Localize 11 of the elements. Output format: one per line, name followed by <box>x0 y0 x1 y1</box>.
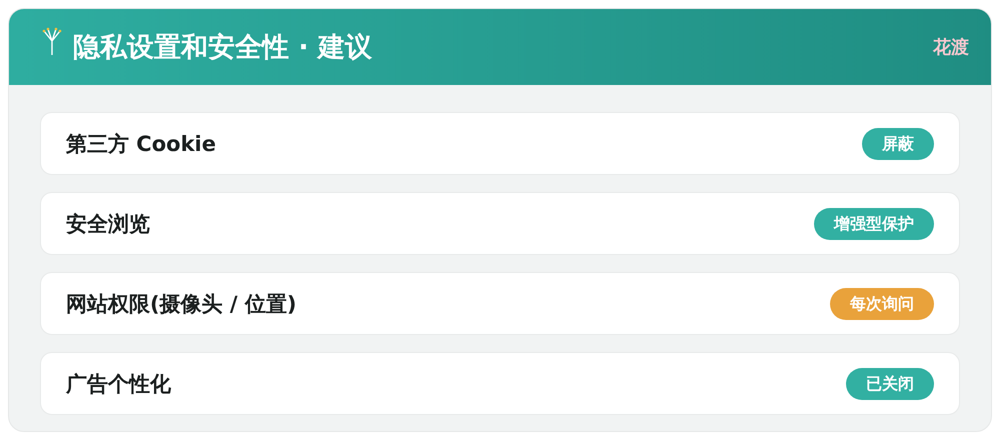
status-badge: 已关闭 <box>846 368 934 400</box>
brand-name: 花渡 <box>933 36 969 59</box>
status-badge: 每次询问 <box>830 288 934 320</box>
page-title: 隐私设置和安全性 · 建议 <box>73 31 374 65</box>
sprout-icon <box>41 27 63 57</box>
setting-label: 广告个性化 <box>66 370 171 398</box>
status-badge: 屏蔽 <box>862 128 934 160</box>
setting-label: 网站权限(摄像头 / 位置) <box>66 290 296 318</box>
setting-label: 安全浏览 <box>66 210 150 238</box>
setting-label: 第三方 Cookie <box>66 130 216 158</box>
status-badge: 增强型保护 <box>814 208 934 240</box>
